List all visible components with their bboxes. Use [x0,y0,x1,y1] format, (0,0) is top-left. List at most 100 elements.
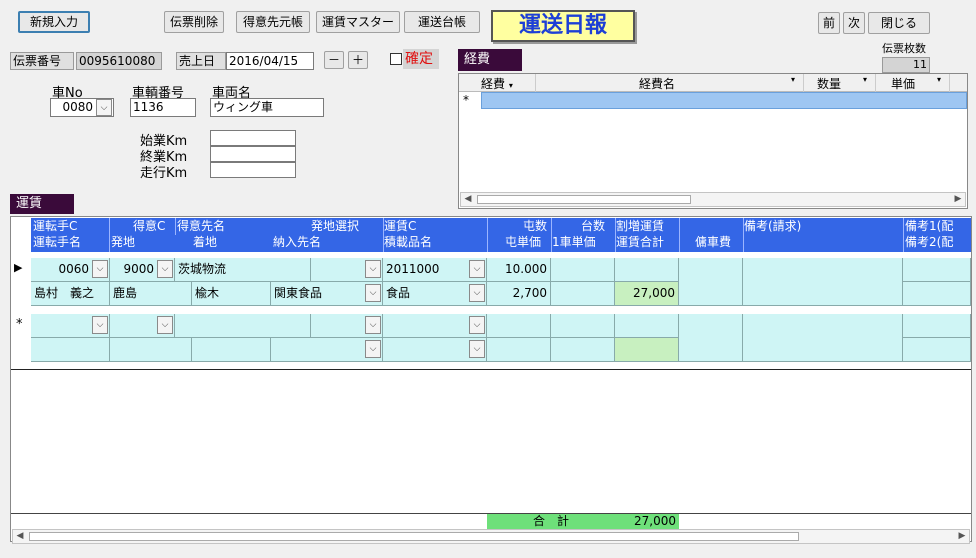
scroll-left-icon[interactable]: ◀ [461,193,475,206]
per-car-price-cell[interactable] [551,282,615,306]
new-vehicle-count-cell[interactable] [551,314,615,338]
charter-fee-cell[interactable] [679,258,743,306]
new-remarks1-cell[interactable] [903,314,971,338]
ton-unit-price-cell[interactable]: 2,700 [487,282,551,306]
new-ton-unit-price-cell[interactable] [487,338,551,362]
expenses-grid[interactable]: 経費 ▾ 経費名 ▾ 数量 ▾ 単価 ▾ * ◀ ▶ [458,73,968,209]
remarks-billing-cell[interactable] [743,258,903,306]
new-entry-button[interactable]: 新規入力 [18,11,90,33]
freight-total-cell: 27,000 [615,282,679,306]
vehicle-name-field[interactable]: ウィング車 [210,98,324,117]
divider [949,74,950,92]
new-tonnage-cell[interactable] [487,314,551,338]
hdr-origin: 発地 [111,235,136,249]
total-label: 合 計 [487,514,615,529]
run-km-field[interactable] [210,162,296,178]
hdr-remarks2: 備考2(配 [905,235,954,249]
destination-cell[interactable]: 楡木 [192,282,271,306]
total-value: 27,000 [615,514,679,529]
new-per-car-price-cell[interactable] [551,338,615,362]
new-remarks2-cell[interactable] [903,338,971,362]
confirm-checkbox[interactable] [390,53,402,65]
expenses-col-qty[interactable]: 数量 [817,75,841,92]
customer-dropdown-icon[interactable]: ⌵ [157,260,173,278]
driver-name-cell[interactable]: 島村 義之 [31,282,110,306]
scroll-left-icon[interactable]: ◀ [13,530,27,543]
new-remarks-billing-cell[interactable] [743,314,903,362]
hdr-freight-code: 運賃C [384,219,417,233]
customer-name-cell[interactable]: 茨城物流 [175,258,311,282]
expenses-scrollbar[interactable]: ◀ ▶ [460,192,966,207]
tonnage-cell[interactable]: 10.000 [487,258,551,282]
date-minus-button[interactable]: － [324,51,344,69]
current-row-marker: ▶ [14,261,23,274]
page-title: 運送日報 [491,10,635,42]
hdr-tonnage: 屯数 [523,219,548,233]
run-km-label: 走行Km [140,166,188,181]
new-freight-total-cell [615,338,679,362]
scroll-right-icon[interactable]: ▶ [955,530,969,543]
remarks2-cell[interactable] [903,282,971,306]
vehicle-number-field[interactable]: 1136 [130,98,196,117]
new-customer-dropdown-icon[interactable]: ⌵ [157,316,173,334]
tab-expenses[interactable]: 経費 [458,49,522,71]
origin-select-dropdown-icon[interactable]: ⌵ [365,260,381,278]
hdr-driver-code: 運転手C [33,219,78,233]
car-no-dropdown-icon[interactable]: ⌵ [96,99,112,116]
freight-header: 運転手C 運転手名 得意C 発地 得意先名 着地 発地選択 納入先名 運賃C 積… [31,218,971,252]
new-destination-cell[interactable] [192,338,271,362]
freight-master-button[interactable]: 運賃マスター [316,11,400,33]
cargo-dropdown-icon[interactable]: ⌵ [469,284,485,302]
hdr-driver-name: 運転手名 [33,235,82,249]
new-freight-code-dropdown-icon[interactable]: ⌵ [469,316,485,334]
transport-ledger-button[interactable]: 運送台帳 [404,11,480,33]
hdr-customer-name: 得意先名 [177,219,226,233]
expenses-col-name[interactable]: 経費名 [639,75,759,92]
expenses-col-expense[interactable]: 経費 ▾ [481,75,535,92]
new-driver-name-cell[interactable] [31,338,110,362]
freight-code-dropdown-icon[interactable]: ⌵ [469,260,485,278]
new-surcharge-cell[interactable] [615,314,679,338]
end-km-field[interactable] [210,146,296,162]
close-button[interactable]: 閉じる [868,12,930,34]
surcharge-cell[interactable] [615,258,679,282]
origin-cell[interactable]: 鹿島 [110,282,192,306]
hdr-surcharge: 割増運賃 [616,219,665,233]
expenses-col-qty-label: 数量 [817,77,842,91]
new-origin-select-dropdown-icon[interactable]: ⌵ [365,316,381,334]
hdr-remarks-billing: 備考(請求) [744,219,802,233]
new-driver-dropdown-icon[interactable]: ⌵ [92,316,108,334]
customer-ledger-button[interactable]: 得意先元帳 [236,11,310,33]
next-button[interactable]: 次 [843,12,865,34]
new-charter-fee-cell[interactable] [679,314,743,362]
divider [109,218,110,252]
vehicle-count-cell[interactable] [551,258,615,282]
date-plus-button[interactable]: ＋ [348,51,368,69]
delivery-dropdown-icon[interactable]: ⌵ [365,284,381,302]
driver-dropdown-icon[interactable]: ⌵ [92,260,108,278]
start-km-field[interactable] [210,130,296,146]
sales-date-label: 売上日 [176,52,226,70]
hdr-ton-unit-price: 屯単価 [505,235,542,249]
expenses-col-price-label: 単価 [891,77,916,91]
expenses-header: 経費 ▾ 経費名 ▾ 数量 ▾ 単価 ▾ [459,74,967,92]
expenses-new-row[interactable] [481,92,967,109]
scroll-right-icon[interactable]: ▶ [951,193,965,206]
sales-date-field[interactable]: 2016/04/15 [226,52,314,70]
freight-scrollbar[interactable]: ◀ ▶ [12,529,970,544]
divider [615,218,616,252]
remarks1-cell[interactable] [903,258,971,282]
scroll-thumb[interactable] [29,532,799,541]
hdr-delivery-name: 納入先名 [273,235,322,249]
new-cargo-dropdown-icon[interactable]: ⌵ [469,340,485,358]
new-delivery-dropdown-icon[interactable]: ⌵ [365,340,381,358]
freight-grid[interactable]: 運転手C 運転手名 得意C 発地 得意先名 着地 発地選択 納入先名 運賃C 積… [10,216,972,544]
tab-freight[interactable]: 運賃 [10,194,74,214]
delete-slip-button[interactable]: 伝票削除 [164,11,224,33]
new-customer-name-cell[interactable] [175,314,311,338]
expenses-col-price[interactable]: 単価 [891,75,915,92]
scroll-thumb[interactable] [477,195,691,204]
divider [803,74,804,92]
prev-button[interactable]: 前 [818,12,840,34]
new-origin-cell[interactable] [110,338,192,362]
